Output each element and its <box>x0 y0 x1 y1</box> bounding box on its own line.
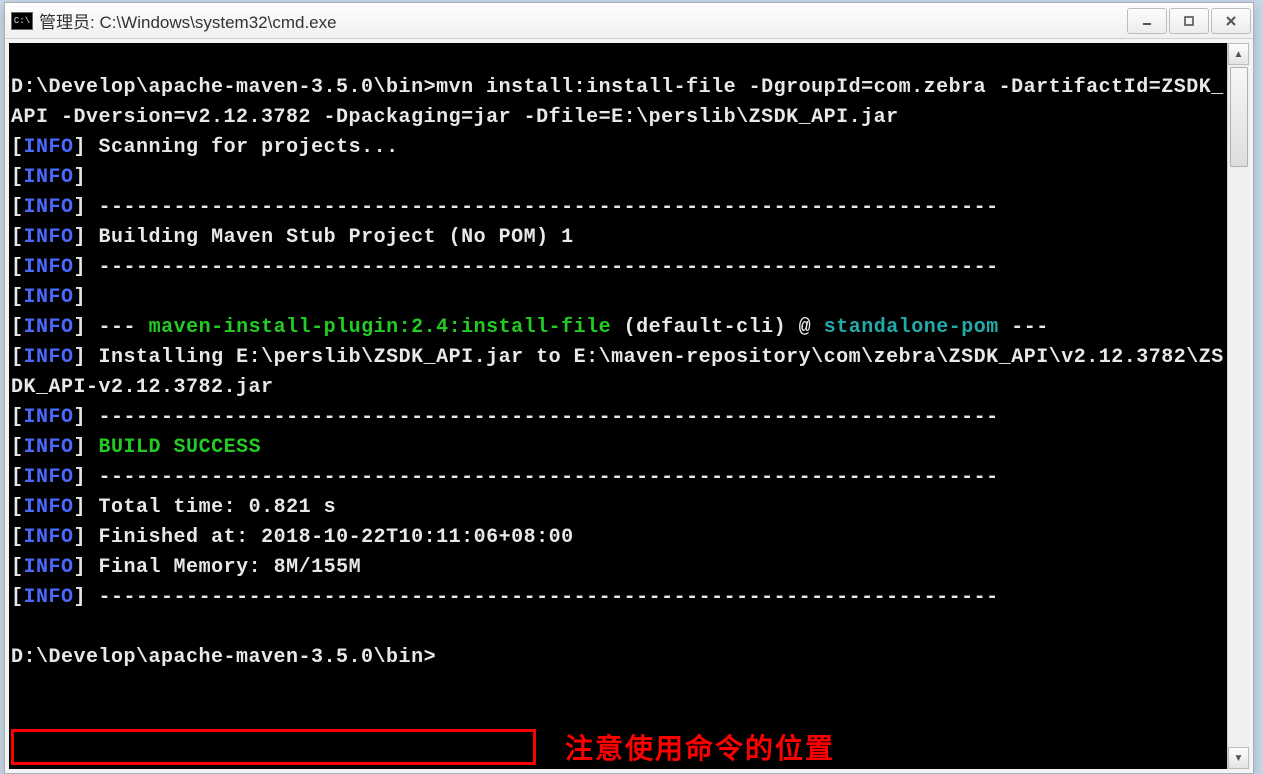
client-area: D:\Develop\apache-maven-3.5.0\bin>mvn in… <box>5 39 1253 773</box>
close-button[interactable] <box>1211 8 1251 34</box>
scan-text: Scanning for projects... <box>99 136 399 159</box>
plugin-name: maven-install-plugin:2.4:install-file <box>149 316 612 339</box>
scroll-up-arrow-icon[interactable]: ▲ <box>1228 43 1249 65</box>
total-time: Total time: 0.821 s <box>99 496 337 519</box>
info-label: INFO <box>24 136 74 159</box>
blank-line <box>11 616 24 639</box>
cmd-icon: C:\ <box>11 12 33 30</box>
final-memory: Final Memory: 8M/155M <box>99 556 362 579</box>
final-prompt: D:\Develop\apache-maven-3.5.0\bin> <box>11 646 436 669</box>
titlebar[interactable]: C:\ 管理员: C:\Windows\system32\cmd.exe <box>5 3 1253 39</box>
maximize-button[interactable] <box>1169 8 1209 34</box>
cmd-prompt: D:\Develop\apache-maven-3.5.0\bin> <box>11 76 436 99</box>
sep-line: ----------------------------------------… <box>99 196 999 219</box>
finished-at: Finished at: 2018-10-22T10:11:06+08:00 <box>99 526 574 549</box>
cmd-window: C:\ 管理员: C:\Windows\system32\cmd.exe D:\… <box>4 2 1254 774</box>
blank-line <box>11 46 24 69</box>
install-line: Installing E:\perslib\ZSDK_API.jar to E:… <box>11 346 1224 399</box>
scroll-thumb[interactable] <box>1230 67 1248 167</box>
console-output[interactable]: D:\Develop\apache-maven-3.5.0\bin>mvn in… <box>9 43 1227 769</box>
build-success: BUILD SUCCESS <box>99 436 262 459</box>
annotation-text: 注意使用命令的位置 <box>565 727 835 767</box>
project-name: standalone-pom <box>824 316 999 339</box>
vertical-scrollbar[interactable]: ▲ ▼ <box>1227 43 1249 769</box>
build-line: Building Maven Stub Project (No POM) 1 <box>99 226 574 249</box>
window-title: 管理员: C:\Windows\system32\cmd.exe <box>39 8 1127 33</box>
minimize-button[interactable] <box>1127 8 1167 34</box>
